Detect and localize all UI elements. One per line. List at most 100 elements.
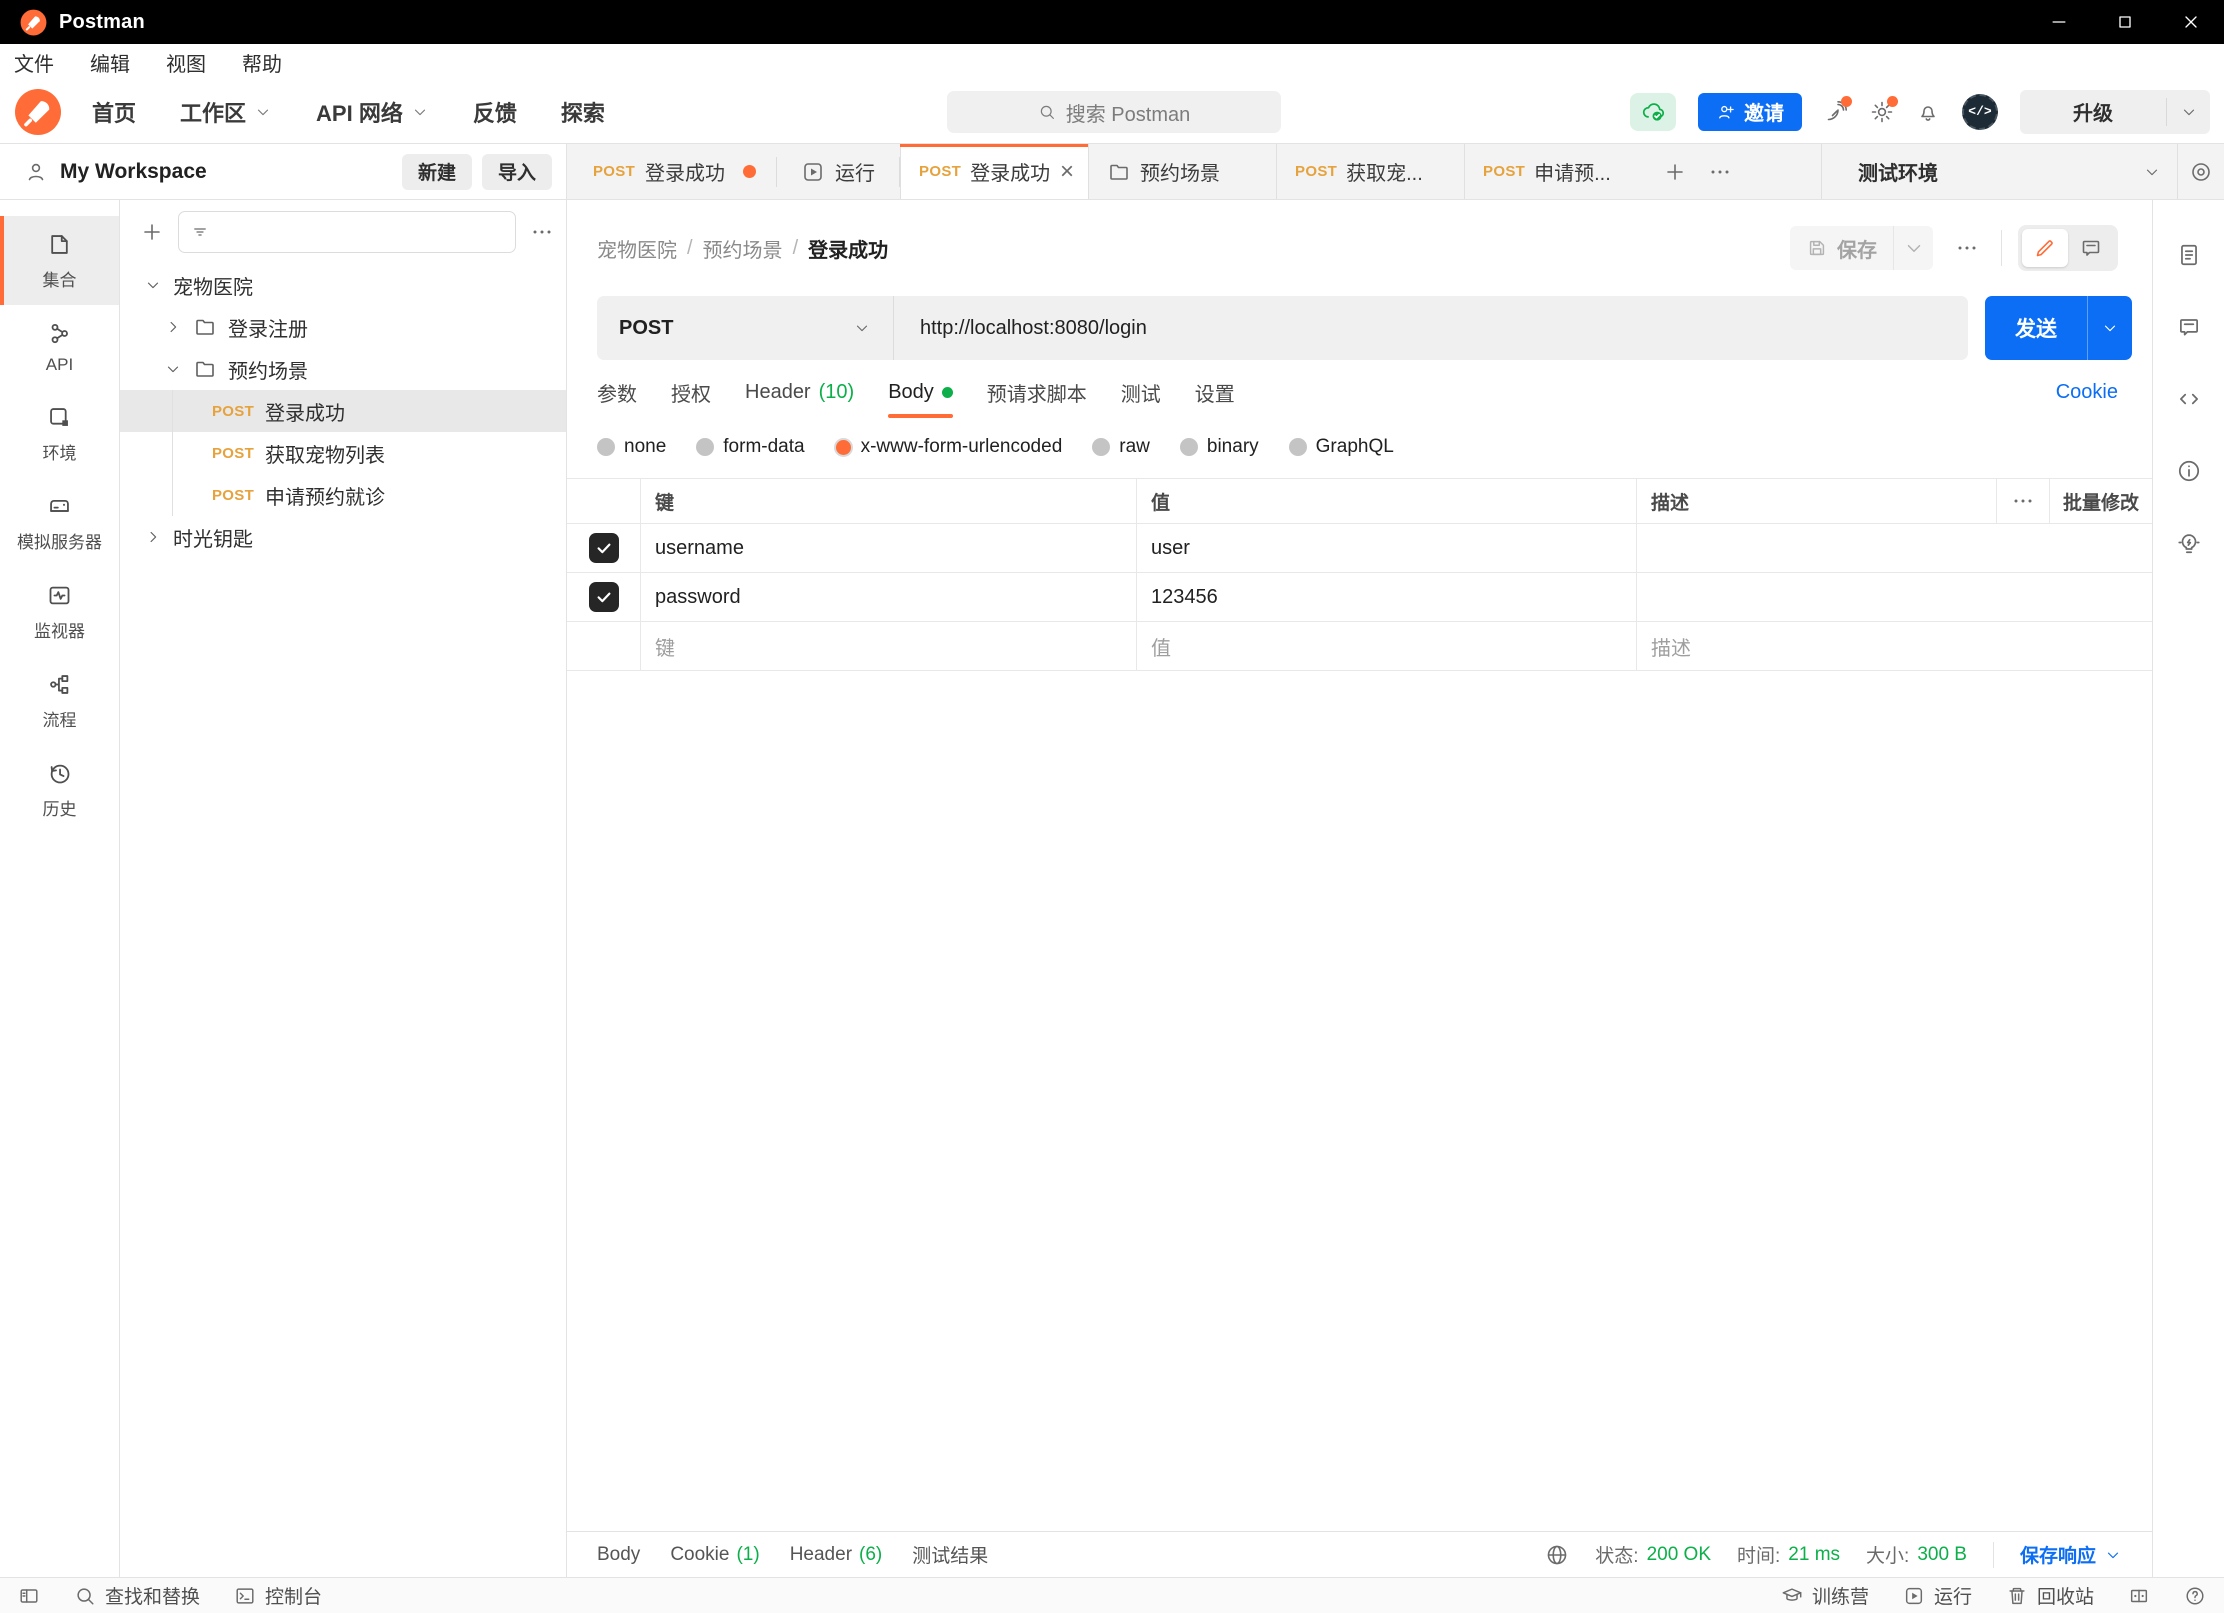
close-button[interactable] (2158, 0, 2224, 44)
nav-item-2[interactable]: API 网络 (316, 96, 429, 128)
save-options-button[interactable] (1893, 226, 1933, 270)
run-collection-button[interactable]: 运行 (777, 144, 899, 199)
send-options-button[interactable] (2087, 296, 2132, 360)
comments-button[interactable] (2174, 314, 2204, 340)
settings-button[interactable] (1870, 100, 1894, 124)
nav-item-0[interactable]: 首页 (92, 96, 136, 128)
checkbox[interactable] (589, 582, 619, 612)
bootcamp-button[interactable]: 训练营 (1781, 1582, 1869, 1609)
import-button[interactable]: 导入 (482, 154, 552, 190)
response-tab-0[interactable]: Body (597, 1544, 640, 1566)
maximize-button[interactable] (2092, 0, 2158, 44)
request-tab-4[interactable]: 预请求脚本 (987, 360, 1087, 424)
body-type-2[interactable]: x-www-form-urlencoded (835, 436, 1063, 458)
nav-item-3[interactable]: 反馈 (473, 96, 517, 128)
rail-item-0[interactable]: 集合 (0, 216, 119, 305)
announcements-button[interactable] (1824, 100, 1848, 124)
new-button[interactable]: 新建 (402, 154, 472, 190)
runner-button[interactable]: 运行 (1903, 1582, 1972, 1609)
description-cell[interactable] (1636, 573, 2152, 621)
panes-layout-button[interactable] (2128, 1585, 2150, 1607)
environment-quick-look-button[interactable] (2177, 144, 2224, 199)
nav-item-4[interactable]: 探索 (561, 96, 605, 128)
response-tab-3[interactable]: 测试结果 (912, 1541, 988, 1568)
request-tab-0[interactable]: 参数 (597, 360, 637, 424)
tree-item-0[interactable]: 宠物医院 (120, 264, 566, 306)
new-tab-button[interactable] (1652, 144, 1698, 199)
minimize-button[interactable] (2026, 0, 2092, 44)
rail-item-3[interactable]: 模拟服务器 (0, 478, 119, 567)
bulk-edit-button[interactable]: 批量修改 (2049, 479, 2152, 523)
postman-logo-icon[interactable] (14, 88, 62, 136)
response-tab-1[interactable]: Cookie(1) (670, 1544, 759, 1566)
notifications-button[interactable] (1916, 100, 1940, 124)
description-placeholder-cell[interactable]: 描述 (1636, 622, 2152, 670)
upgrade-chevron[interactable] (2166, 98, 2210, 126)
tree-item-6[interactable]: 时光钥匙 (120, 516, 566, 558)
request-tab-3[interactable]: Body (888, 360, 953, 424)
breadcrumb-collection[interactable]: 宠物医院 (597, 234, 677, 263)
request-tab-5[interactable]: 测试 (1121, 360, 1161, 424)
breadcrumb-folder[interactable]: 预约场景 (703, 234, 783, 263)
close-tab-icon[interactable]: × (1060, 160, 1074, 184)
checkbox[interactable] (589, 533, 619, 563)
collections-more-button[interactable] (530, 220, 554, 244)
menu-item-0[interactable]: 文件 (14, 48, 54, 77)
tree-item-4[interactable]: POST获取宠物列表 (120, 432, 566, 474)
invite-button[interactable]: 邀请 (1698, 93, 1802, 131)
rail-item-5[interactable]: 流程 (0, 656, 119, 745)
cookie-link[interactable]: Cookie (2056, 381, 2118, 404)
request-tab-2[interactable]: Header(10) (745, 360, 854, 424)
find-replace-button[interactable]: 查找和替换 (74, 1582, 200, 1609)
add-collection-button[interactable] (140, 220, 164, 244)
response-tab-2[interactable]: Header(6) (790, 1544, 883, 1566)
menu-item-3[interactable]: 帮助 (242, 48, 282, 77)
save-button[interactable]: 保存 (1790, 226, 1933, 270)
console-button[interactable]: 控制台 (234, 1582, 322, 1609)
code-snippet-button[interactable] (2174, 386, 2204, 412)
value-placeholder-cell[interactable]: 值 (1136, 622, 1636, 670)
request-tab-1[interactable]: 授权 (671, 360, 711, 424)
pinned-request[interactable]: POST 登录成功 (567, 144, 776, 199)
body-type-5[interactable]: GraphQL (1289, 436, 1394, 458)
avatar[interactable]: </> (1962, 94, 1998, 130)
tree-item-3[interactable]: POST登录成功 (120, 390, 566, 432)
value-cell[interactable]: user (1136, 524, 1636, 572)
tips-button[interactable] (2174, 530, 2204, 556)
help-button[interactable] (2184, 1585, 2206, 1607)
info-button[interactable] (2174, 458, 2204, 484)
send-button[interactable]: 发送 (1985, 296, 2132, 360)
body-type-0[interactable]: none (597, 436, 666, 458)
upgrade-button[interactable]: 升级 (2020, 90, 2210, 134)
url-input[interactable] (920, 317, 1942, 340)
rail-item-6[interactable]: 历史 (0, 745, 119, 834)
key-cell[interactable]: password (640, 573, 1136, 621)
tab-0[interactable]: POST登录成功× (900, 144, 1088, 199)
menu-item-1[interactable]: 编辑 (90, 48, 130, 77)
workspace-title[interactable]: My Workspace (60, 160, 207, 184)
tree-item-1[interactable]: 登录注册 (120, 306, 566, 348)
method-select[interactable]: POST (597, 296, 894, 360)
key-cell[interactable]: username (640, 524, 1136, 572)
filter-box[interactable] (178, 211, 516, 253)
tab-1[interactable]: 预约场景 (1088, 144, 1276, 199)
table-more-button[interactable] (1996, 479, 2049, 523)
edit-mode-button[interactable] (2022, 229, 2068, 267)
value-cell[interactable]: 123456 (1136, 573, 1636, 621)
toggle-sidebar-button[interactable] (18, 1585, 40, 1607)
sync-status-button[interactable] (1630, 93, 1676, 131)
rail-item-4[interactable]: 监视器 (0, 567, 119, 656)
tab-3[interactable]: POST申请预... (1464, 144, 1652, 199)
save-response-button[interactable]: 保存响应 (2020, 1541, 2122, 1568)
filter-input[interactable] (217, 222, 503, 243)
body-type-1[interactable]: form-data (696, 436, 804, 458)
tree-item-5[interactable]: POST申请预约就诊 (120, 474, 566, 516)
request-more-button[interactable] (1949, 230, 1985, 266)
description-cell[interactable] (1636, 524, 2152, 572)
menu-item-2[interactable]: 视图 (166, 48, 206, 77)
search-input[interactable]: 搜索 Postman (947, 91, 1281, 133)
body-type-3[interactable]: raw (1092, 436, 1150, 458)
body-type-4[interactable]: binary (1180, 436, 1259, 458)
nav-item-1[interactable]: 工作区 (180, 96, 272, 128)
request-tab-6[interactable]: 设置 (1195, 360, 1235, 424)
